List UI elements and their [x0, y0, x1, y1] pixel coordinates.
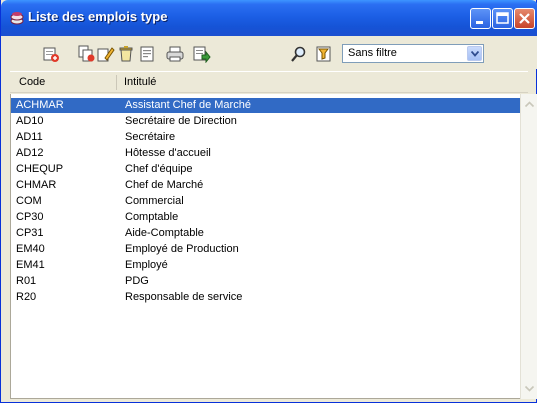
scroll-up-icon[interactable] [523, 98, 536, 111]
row-label: Comptable [125, 211, 179, 223]
minimize-button[interactable] [470, 8, 491, 29]
search-icon[interactable] [290, 45, 308, 63]
row-code: EM40 [16, 243, 45, 255]
scroll-down-icon[interactable] [523, 382, 536, 395]
row-code: AD11 [16, 131, 43, 143]
column-divider[interactable] [116, 75, 117, 90]
row-label: Aide-Comptable [125, 227, 204, 239]
row-label: Secrétaire de Direction [125, 115, 237, 127]
filter-value: Sans filtre [348, 47, 397, 59]
column-header-code[interactable]: Code [19, 76, 45, 88]
title-bar[interactable]: Liste des emplois type [1, 0, 537, 36]
row-label: PDG [125, 275, 149, 287]
row-code: ACHMAR [16, 99, 64, 111]
row-label: Hôtesse d'accueil [125, 147, 211, 159]
dropdown-button[interactable] [467, 46, 482, 61]
row-label: Responsable de service [125, 291, 243, 303]
table-row[interactable]: AD12 Hôtesse d'accueil [11, 146, 521, 161]
row-label: Employé de Production [125, 243, 239, 255]
table-row[interactable]: R01 PDG [11, 274, 521, 289]
row-label: Secrétaire [125, 131, 176, 143]
delete-record-icon[interactable] [117, 45, 135, 63]
minimize-icon [476, 21, 483, 24]
table-row[interactable]: CHEQUP Chef d'équipe [11, 162, 521, 177]
vertical-scrollbar[interactable] [520, 94, 537, 399]
maximize-icon [496, 12, 509, 24]
filter-icon[interactable] [315, 45, 333, 63]
row-label: Chef d'équipe [125, 163, 193, 175]
edit-record-icon[interactable] [97, 45, 115, 63]
chevron-down-icon [471, 51, 479, 57]
row-code: R01 [16, 275, 37, 287]
filter-dropdown[interactable]: Sans filtre [342, 44, 484, 63]
row-label: Assistant Chef de Marché [125, 99, 251, 111]
table-row[interactable]: EM40 Employé de Production [11, 242, 521, 257]
row-code: CP31 [16, 227, 44, 239]
close-button[interactable] [514, 8, 535, 29]
copy-record-icon[interactable] [78, 45, 96, 63]
row-label: Chef de Marché [125, 179, 204, 191]
table-row[interactable]: COM Commercial [11, 194, 521, 209]
print-icon[interactable] [166, 45, 184, 63]
view-record-icon[interactable] [138, 45, 156, 63]
list-header: Code Intitulé [10, 71, 528, 93]
toolbar: Sans filtre [1, 36, 537, 69]
table-row[interactable]: CP30 Comptable [11, 210, 521, 225]
close-icon [519, 13, 530, 24]
column-header-label[interactable]: Intitulé [124, 76, 156, 88]
table-row[interactable]: CP31 Aide-Comptable [11, 226, 521, 241]
table-row[interactable]: CHMAR Chef de Marché [11, 178, 521, 193]
table-row[interactable]: R20 Responsable de service [11, 290, 521, 305]
row-code: CHMAR [16, 179, 57, 191]
row-code: COM [16, 195, 42, 207]
table-row[interactable]: AD11 Secrétaire [11, 130, 521, 145]
app-icon [10, 12, 24, 25]
new-record-icon[interactable] [42, 45, 60, 63]
table-row[interactable]: AD10 Secrétaire de Direction [11, 114, 521, 129]
row-label: Commercial [125, 195, 184, 207]
export-icon[interactable] [193, 45, 211, 63]
row-code: AD10 [16, 115, 44, 127]
window-title: Liste des emplois type [28, 9, 168, 24]
row-code: CHEQUP [16, 163, 64, 175]
table-row[interactable]: ACHMAR Assistant Chef de Marché [11, 98, 521, 113]
row-code: CP30 [16, 211, 44, 223]
row-code: AD12 [16, 147, 44, 159]
table-row[interactable]: EM41 Employé [11, 258, 521, 273]
row-code: R20 [16, 291, 37, 303]
row-label: Employé [125, 259, 168, 271]
row-code: EM41 [16, 259, 45, 271]
maximize-button[interactable] [492, 8, 513, 29]
main-window: Liste des emplois type Sans filtre Code … [0, 0, 537, 403]
job-type-list: ACHMAR Assistant Chef de Marché AD10 Sec… [10, 94, 521, 399]
